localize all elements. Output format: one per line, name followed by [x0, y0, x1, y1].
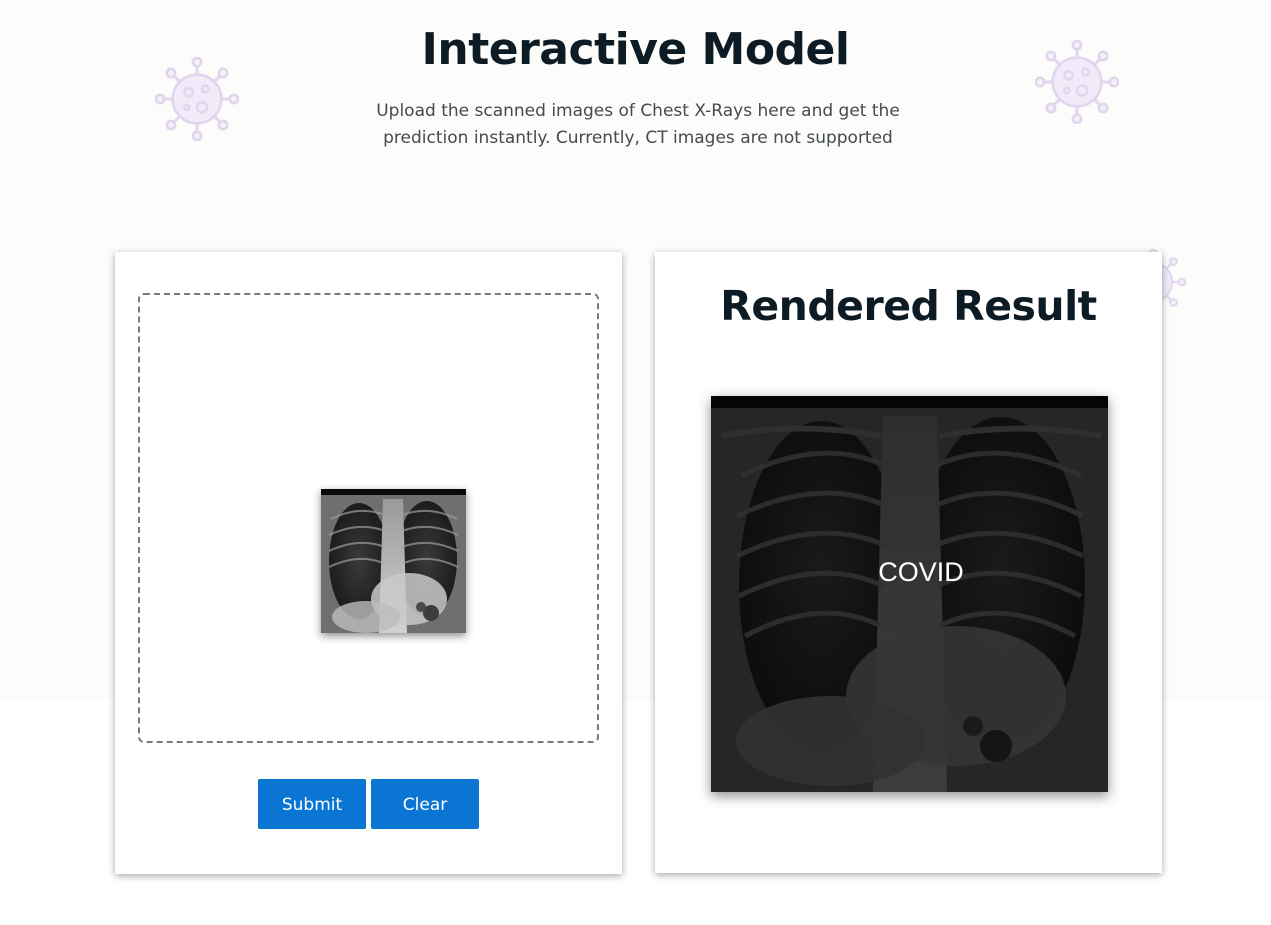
prediction-label: COVID — [878, 557, 964, 587]
page-title: Interactive Model — [421, 24, 850, 75]
submit-button[interactable]: Submit — [258, 779, 366, 829]
clear-button[interactable]: Clear — [371, 779, 479, 829]
image-dropzone[interactable] — [138, 293, 599, 743]
result-xray-image — [711, 396, 1108, 792]
upload-card: Submit Clear — [115, 252, 622, 874]
result-card: Rendered Result COVID — [655, 252, 1162, 873]
result-title: Rendered Result — [720, 282, 1097, 330]
page-subtitle: Upload the scanned images of Chest X-Ray… — [376, 101, 900, 148]
chest-xray-thumbnail — [321, 489, 466, 633]
